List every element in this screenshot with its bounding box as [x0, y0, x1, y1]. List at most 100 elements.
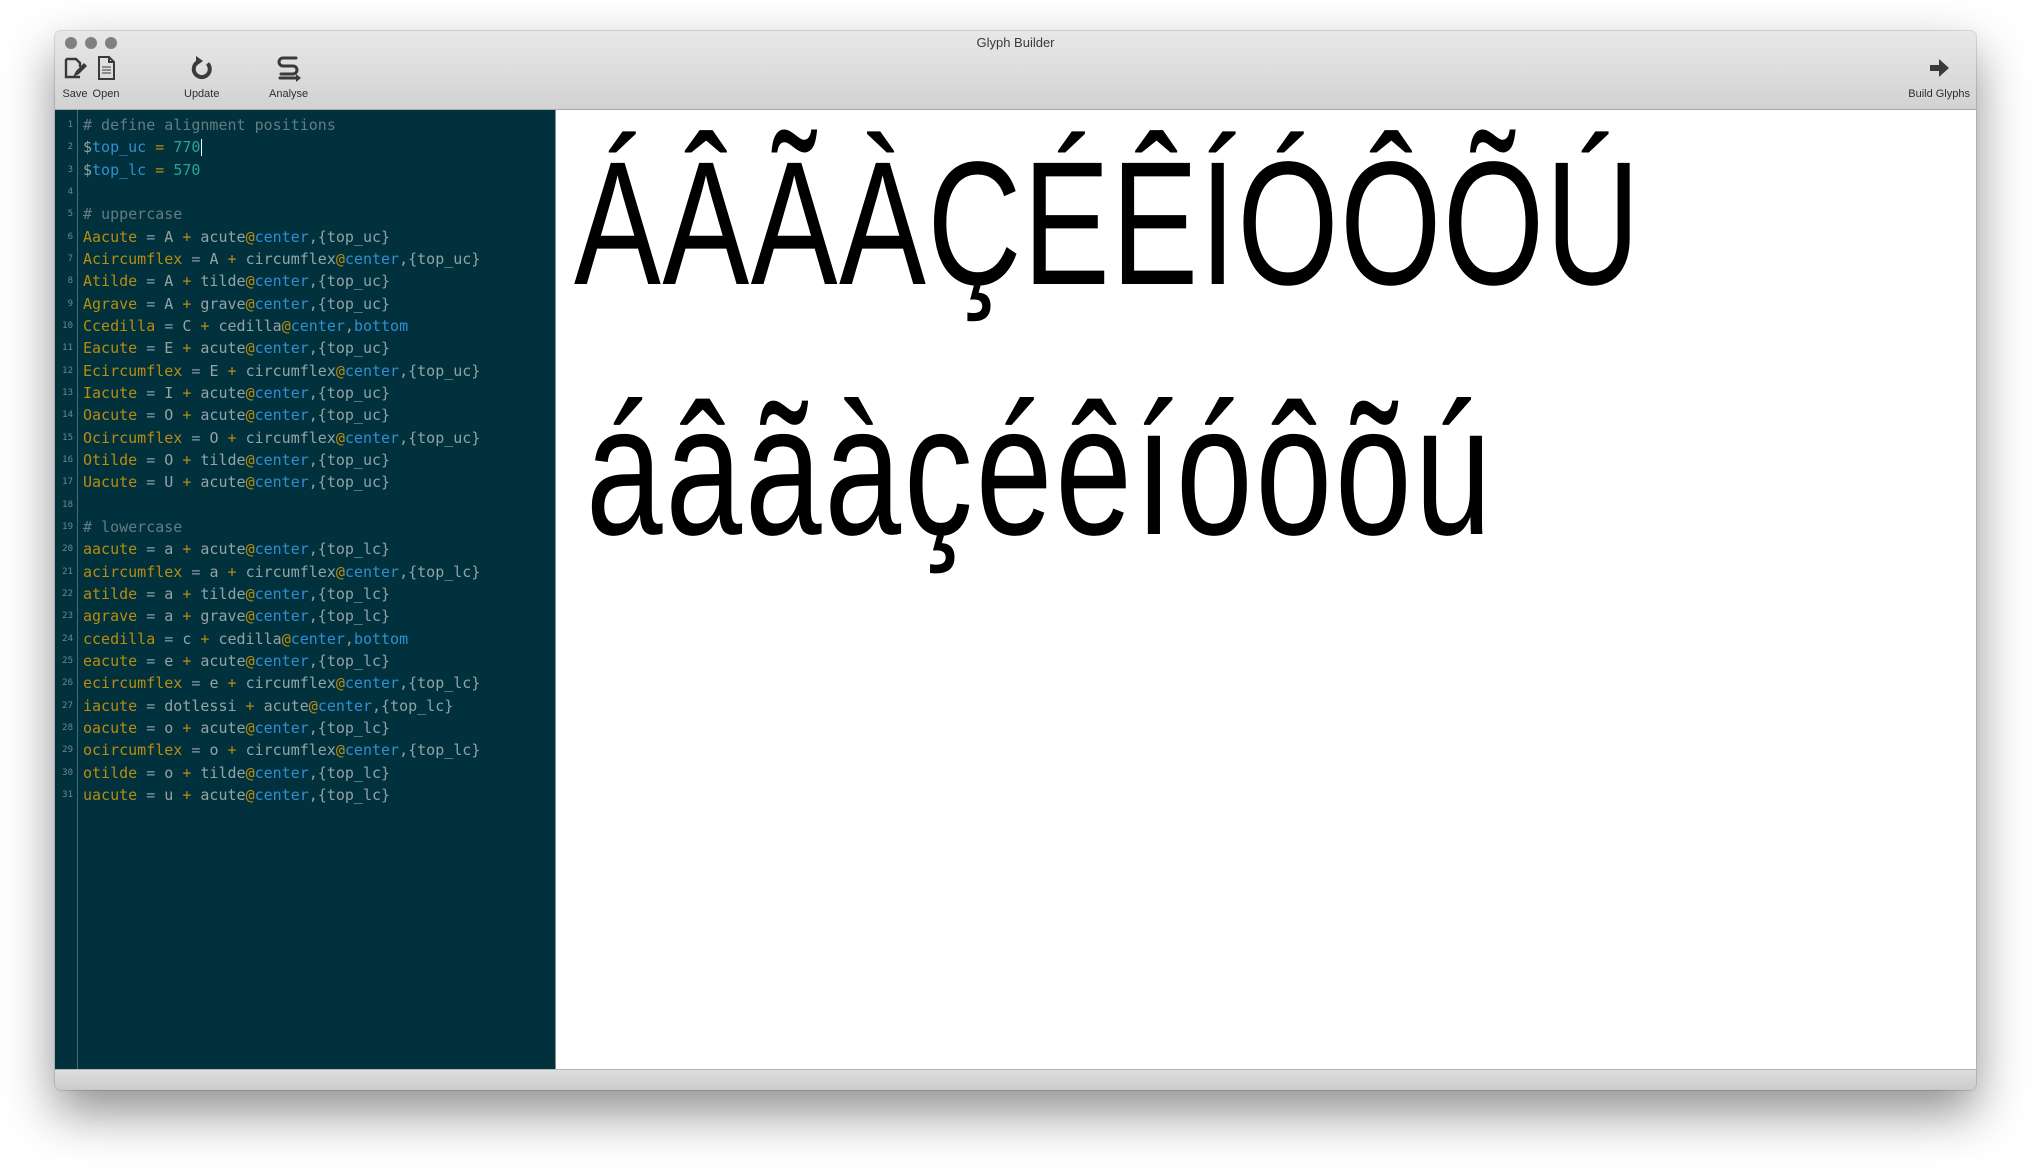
- code-line[interactable]: 18: [55, 494, 555, 516]
- save-button[interactable]: Save: [60, 53, 90, 100]
- code-line[interactable]: 17 Uacute = U + acute@center,{top_uc}: [55, 471, 555, 493]
- code-line[interactable]: 9 Agrave = A + grave@center,{top_uc}: [55, 293, 555, 315]
- code-line[interactable]: 15 Ocircumflex = O + circumflex@center,{t…: [55, 427, 555, 449]
- analyse-label: Analyse: [269, 88, 309, 100]
- line-number: 25: [62, 655, 73, 666]
- line-number: 14: [62, 410, 73, 421]
- code-line[interactable]: 29 ocircumflex = o + circumflex@center,{t…: [55, 739, 555, 761]
- analyse-button[interactable]: Analyse: [269, 53, 308, 100]
- line-number: 27: [62, 700, 73, 711]
- code-line[interactable]: 22 atilde = a + tilde@center,{top_lc}: [55, 583, 555, 605]
- token-op: +: [191, 316, 219, 335]
- code-line[interactable]: 14 Oacute = O + acute@center,{top_uc}: [55, 404, 555, 426]
- code-line[interactable]: 19 # lowercase: [55, 516, 555, 538]
- token-brace: ,{top_uc}: [308, 294, 391, 313]
- line-number: 26: [62, 678, 73, 689]
- code-line[interactable]: 6 Aacute = A + acute@center,{top_uc}: [55, 226, 555, 248]
- code-line[interactable]: 10 Ccedilla = C + cedilla@center,bottom: [55, 315, 555, 337]
- code-line[interactable]: 3 $top_lc = 570: [55, 159, 555, 181]
- code-line[interactable]: 31 uacute = u + acute@center,{top_lc}: [55, 784, 555, 806]
- token-name: Ccedilla: [83, 316, 156, 335]
- token-kw: center: [254, 227, 309, 246]
- code-line[interactable]: 1 # define alignment positions: [55, 114, 555, 136]
- update-label: Update: [184, 88, 220, 100]
- token-glyph: tilde: [200, 450, 246, 469]
- token-op: +: [173, 227, 201, 246]
- code-text: agrave = a + grave@center,{top_lc}: [83, 605, 390, 627]
- token-brace: ,{top_lc}: [308, 584, 391, 603]
- token-glyph: grave: [200, 607, 246, 626]
- token-op: =: [146, 160, 174, 179]
- status-bar: [55, 1069, 1976, 1090]
- code-line[interactable]: 12 Ecircumflex = E + circumflex@center,{t…: [55, 360, 555, 382]
- code-line[interactable]: 11 Eacute = E + acute@center,{top_uc}: [55, 337, 555, 359]
- token-kw: center: [254, 584, 309, 603]
- code-text: $top_lc = 570: [83, 159, 200, 181]
- token-eq: =: [137, 696, 165, 715]
- token-name: Atilde: [83, 272, 138, 291]
- code-line[interactable]: 16 Otilde = O + tilde@center,{top_uc}: [55, 449, 555, 471]
- token-name: Ocircumflex: [83, 428, 183, 447]
- code-line[interactable]: 24 ccedilla = c + cedilla@center,bottom: [55, 628, 555, 650]
- update-button[interactable]: Update: [184, 53, 219, 100]
- token-glyph: circumflex: [245, 741, 336, 760]
- token-kw: center: [254, 272, 309, 291]
- token-eq: =: [155, 316, 183, 335]
- code-line[interactable]: 28 oacute = o + acute@center,{top_lc}: [55, 717, 555, 739]
- token-name: agrave: [83, 607, 138, 626]
- code-line[interactable]: 25 eacute = e + acute@center,{top_lc}: [55, 650, 555, 672]
- code-line[interactable]: 5 # uppercase: [55, 203, 555, 225]
- code-text: Ccedilla = C + cedilla@center,bottom: [83, 315, 408, 337]
- code-line[interactable]: 30 otilde = o + tilde@center,{top_lc}: [55, 762, 555, 784]
- token-glyph: circumflex: [245, 562, 336, 581]
- code-line[interactable]: 8 Atilde = A + tilde@center,{top_uc}: [55, 270, 555, 292]
- token-comment: # uppercase: [83, 205, 183, 224]
- token-kw: bottom: [353, 316, 409, 335]
- token-op: +: [173, 473, 201, 492]
- token-brace: ,{top_uc}: [399, 249, 481, 268]
- code-line[interactable]: 4: [55, 181, 555, 203]
- code-text: acircumflex = a + circumflex@center,{top…: [83, 561, 480, 583]
- token-name: Aacute: [83, 227, 138, 246]
- token-glyph: acute: [263, 696, 309, 715]
- build-glyphs-button[interactable]: Build Glyphs: [1908, 53, 1970, 100]
- refresh-icon: [191, 56, 212, 80]
- code-text: aacute = a + acute@center,{top_lc}: [83, 538, 390, 560]
- code-text: Eacute = E + acute@center,{top_uc}: [83, 337, 390, 359]
- token-glyph: circumflex: [245, 361, 336, 380]
- code-text: Atilde = A + tilde@center,{top_uc}: [83, 270, 390, 292]
- code-line[interactable]: 2 $top_uc = 770: [55, 136, 555, 158]
- line-number: 19: [62, 521, 73, 532]
- token-op: +: [218, 428, 246, 447]
- token-op: +: [173, 540, 201, 559]
- token-eq: =: [137, 450, 165, 469]
- code-line[interactable]: 27 iacute = dotlessi + acute@center,{top_…: [55, 695, 555, 717]
- code-line[interactable]: 20 aacute = a + acute@center,{top_lc}: [55, 538, 555, 560]
- line-number: 22: [62, 588, 73, 599]
- token-glyph: u: [164, 785, 174, 804]
- token-op: +: [173, 383, 201, 402]
- token-brace: ,{top_lc}: [308, 607, 391, 626]
- token-name: uacute: [83, 785, 138, 804]
- line-number: 30: [62, 767, 73, 778]
- token-eq: =: [182, 361, 210, 380]
- token-glyph: O: [164, 406, 174, 425]
- token-eq: =: [182, 249, 210, 268]
- token-name: Agrave: [83, 294, 138, 313]
- token-eq: =: [182, 674, 210, 693]
- token-op: +: [236, 696, 264, 715]
- line-number: 4: [67, 186, 73, 197]
- code-line[interactable]: 23 agrave = a + grave@center,{top_lc}: [55, 605, 555, 627]
- code-line[interactable]: 7 Acircumflex = A + circumflex@center,{to…: [55, 248, 555, 270]
- code-line[interactable]: 26 ecircumflex = e + circumflex@center,{t…: [55, 672, 555, 694]
- token-dollar: $: [83, 138, 93, 157]
- open-button[interactable]: Open: [91, 53, 121, 100]
- token-brace: ,{top_uc}: [308, 227, 391, 246]
- token-op: +: [173, 718, 201, 737]
- token-kw: center: [254, 339, 309, 358]
- token-kw: center: [254, 607, 309, 626]
- code-editor[interactable]: 1 # define alignment positions 2 $top_uc = …: [55, 110, 556, 1070]
- code-line[interactable]: 21 acircumflex = a + circumflex@center,{t…: [55, 561, 555, 583]
- token-glyph: grave: [200, 294, 246, 313]
- code-line[interactable]: 13 Iacute = I + acute@center,{top_uc}: [55, 382, 555, 404]
